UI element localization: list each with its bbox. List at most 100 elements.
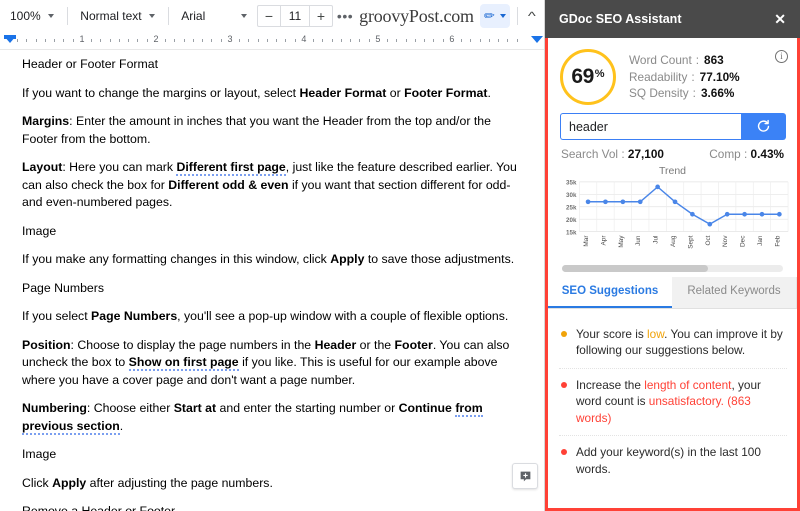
chevron-down-icon (240, 14, 247, 18)
document-paragraph[interactable]: Page Numbers (22, 280, 520, 298)
bullet-icon (561, 381, 567, 388)
document-paragraph[interactable]: Header or Footer Format (22, 56, 520, 74)
document-paragraph[interactable]: Numbering: Choose either Start at and en… (22, 400, 520, 435)
ruler-tick (109, 39, 111, 42)
document-paragraph[interactable]: Layout: Here you can mark Different firs… (22, 159, 520, 212)
ruler-tick (350, 39, 352, 42)
suggestion-item: Your score is low. You can improve it by… (559, 318, 787, 369)
chart-scrollbar-thumb[interactable] (562, 264, 708, 272)
text-run: Apply (52, 475, 87, 490)
seo-assistant-panel: GDoc SEO Assistant ✕ 69% Word Count:863 R… (545, 0, 800, 511)
chart-data-point[interactable] (620, 199, 626, 205)
chart-data-point[interactable] (690, 211, 695, 217)
info-icon[interactable]: i (775, 50, 788, 63)
document-paragraph[interactable]: Image (22, 223, 520, 241)
chart-y-tick-label: 30k (566, 192, 577, 199)
font-size-input[interactable]: 11 (279, 6, 310, 26)
font-size-increase-button[interactable]: + (310, 6, 332, 26)
ruler-tick (266, 39, 268, 42)
editing-mode-button[interactable]: ✏ (479, 4, 510, 28)
toolbar-divider (66, 7, 68, 25)
chart-data-point[interactable] (742, 211, 747, 217)
refresh-button[interactable] (741, 113, 786, 140)
spell-flagged-text: Show on first page (128, 355, 239, 371)
text-run: If you make any formatting changes in th… (22, 252, 331, 266)
ruler-tick (359, 39, 361, 42)
chart-data-point[interactable] (777, 211, 782, 217)
text-run: Click (22, 475, 53, 490)
add-comment-button[interactable] (512, 463, 538, 489)
ruler-tick (294, 39, 296, 42)
ruler-tick (507, 39, 509, 42)
toolbar-divider (516, 7, 518, 25)
chart-horizontal-scrollbar[interactable] (562, 264, 783, 272)
document-paragraph[interactable]: If you select Page Numbers, you'll see a… (22, 308, 520, 326)
text-run: , you'll see a pop-up window with a coup… (177, 309, 509, 323)
ruler-number: 3 (227, 34, 233, 44)
stat-key: Word Count (629, 53, 692, 67)
document-paragraph[interactable]: Click Apply after adjusting the page num… (22, 475, 520, 493)
document-body[interactable]: Header or Footer Format If you want to ch… (22, 56, 520, 511)
font-size-decrease-button[interactable]: − (258, 6, 280, 26)
bullet-icon (561, 330, 567, 337)
text-run: : Choose either (86, 401, 174, 415)
text-run: Layout (22, 160, 63, 174)
ruler-tick (488, 39, 490, 42)
chart-data-point[interactable] (655, 184, 660, 190)
ruler-tick (146, 39, 148, 42)
chevron-down-icon (499, 14, 506, 18)
chart-data-point[interactable] (637, 199, 643, 205)
font-size-stepper[interactable]: − 11 + (256, 5, 333, 27)
panel-header: GDoc SEO Assistant ✕ (545, 0, 800, 38)
keyword-metrics: Search Vol : 27,100 Comp : 0.43% (548, 140, 797, 163)
document-paragraph[interactable]: If you make any formatting changes in th… (22, 251, 520, 269)
ruler-tick (54, 39, 56, 42)
ruler-tick (340, 39, 342, 42)
text-run: after adjusting the page numbers. (86, 475, 273, 490)
right-indent-marker[interactable] (531, 36, 543, 43)
text-run: : Here you can mark (62, 160, 177, 174)
close-icon[interactable]: ✕ (774, 12, 786, 26)
chart-x-tick-label: Apr (600, 235, 607, 246)
ruler-tick (239, 39, 241, 42)
tab-seo-suggestions[interactable]: SEO Suggestions (548, 276, 672, 308)
chart-data-point[interactable] (724, 211, 730, 217)
ruler-tick (516, 39, 518, 42)
bullet-icon (561, 449, 567, 456)
chart-data-point[interactable] (759, 211, 765, 217)
tab-related-keywords[interactable]: Related Keywords (672, 276, 797, 308)
text-style-dropdown[interactable]: Normal text (74, 4, 160, 28)
ruler-number: 2 (153, 34, 159, 44)
hide-menus-icon[interactable]: ^ (521, 9, 543, 23)
document-page[interactable]: Header or Footer Format If you want to ch… (0, 50, 544, 511)
stat-row: Readability:77.10% (629, 69, 740, 86)
keyword-search-input[interactable] (560, 113, 741, 140)
chart-x-tick-label: May (618, 235, 625, 248)
ruler-tick (248, 39, 250, 42)
stat-separator: : (691, 69, 695, 84)
chart-data-point[interactable] (585, 199, 591, 205)
document-paragraph[interactable]: If you want to change the margins or lay… (22, 85, 520, 103)
ruler-tick (405, 39, 407, 42)
text-run: Margins (22, 114, 70, 128)
document-paragraph[interactable]: Remove a Header or Footer (22, 503, 520, 511)
font-family-dropdown[interactable]: Arial (175, 4, 253, 28)
chart-x-tick-label: Nov (722, 235, 729, 247)
chart-data-point[interactable] (603, 199, 608, 205)
document-paragraph[interactable]: Image (22, 446, 520, 464)
ruler-tick (396, 39, 398, 42)
document-ruler[interactable]: 1 2 3 4 5 6 (0, 32, 544, 50)
ruler-tick (368, 39, 370, 42)
ruler-tick (387, 39, 389, 42)
document-paragraph[interactable]: Margins: Enter the amount in inches that… (22, 113, 520, 148)
more-options-icon[interactable]: ••• (333, 8, 357, 24)
chart-data-point[interactable] (672, 199, 678, 205)
text-run: Header or Footer Format (22, 57, 158, 71)
metric-value: 27,100 (627, 147, 664, 161)
chart-data-point[interactable] (707, 221, 713, 227)
text-run: Footer (394, 337, 433, 352)
left-margin-stem[interactable] (4, 35, 16, 39)
document-paragraph[interactable]: Position: Choose to display the page num… (22, 337, 520, 390)
highlighted-text: low (647, 326, 665, 341)
zoom-level-dropdown[interactable]: 100% (4, 4, 60, 28)
